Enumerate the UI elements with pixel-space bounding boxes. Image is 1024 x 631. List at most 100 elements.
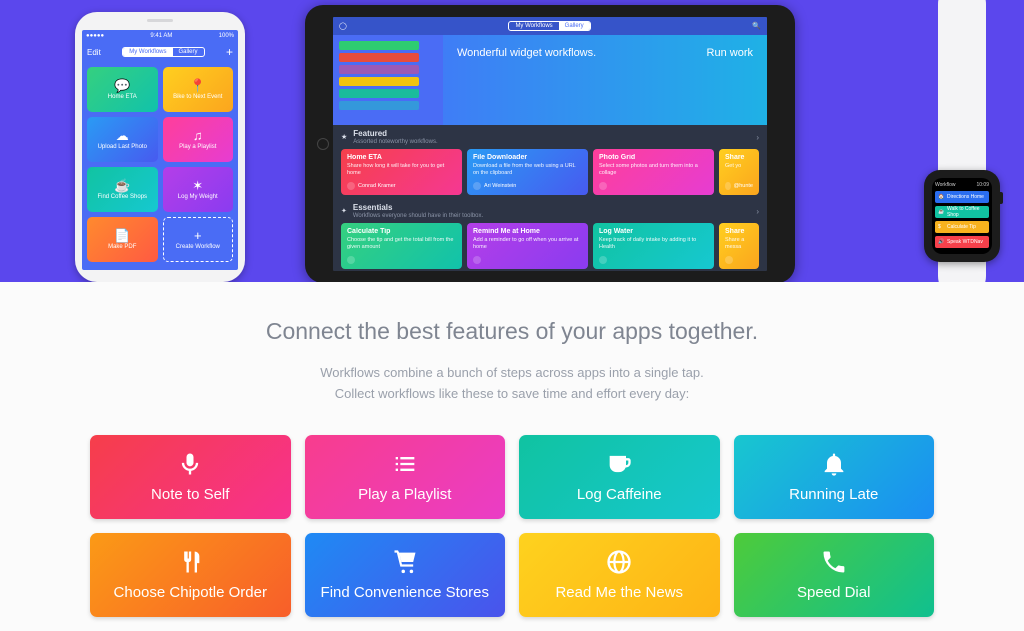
tile-label: Speed Dial — [797, 584, 870, 601]
preview-row — [339, 41, 419, 50]
gallery-card[interactable]: Share Get yo @hunte — [719, 149, 759, 195]
ipad-segmented-control[interactable]: My Workflows Gallery — [508, 21, 590, 31]
watch-row[interactable]: 🔊Speak WTDNav — [935, 236, 989, 248]
iphone-speaker — [147, 19, 173, 22]
tile-label: Home ETA — [108, 94, 137, 100]
create-label: Create Workflow — [176, 244, 220, 250]
section-title-wrap: Essentials Workflows everyone should hav… — [353, 203, 483, 219]
iphone-tile[interactable]: 📄 Make PDF — [87, 217, 158, 262]
tab-my-workflows[interactable]: My Workflows — [509, 22, 558, 30]
iphone-tile[interactable]: ☁Upload Last Photo — [87, 117, 158, 162]
iphone-tile[interactable]: 📍Bike to Next Event — [163, 67, 234, 112]
cart-icon — [391, 548, 419, 576]
banner-cta: Run work — [707, 47, 753, 59]
preview-row — [339, 77, 419, 86]
workflow-tile[interactable]: Running Late — [734, 435, 935, 519]
ipad-home-button — [317, 138, 329, 150]
gallery-card[interactable]: Calculate Tip Choose the tip and get the… — [341, 223, 462, 269]
iphone-screen: ●●●●● 9:41 AM 100% Edit My Workflows Gal… — [82, 30, 238, 270]
gallery-card[interactable]: Home ETA Share how long it will take for… — [341, 149, 462, 195]
workflow-tile[interactable]: Play a Playlist — [305, 435, 506, 519]
gallery-card[interactable]: File Downloader Download a file from the… — [467, 149, 588, 195]
card-row: Home ETA Share how long it will take for… — [333, 145, 767, 199]
gallery-card[interactable]: Remind Me at Home Add a reminder to go o… — [467, 223, 588, 269]
watch-row-label: Walk to Coffee Shop — [947, 206, 986, 218]
iphone-nav: Edit My Workflows Gallery + — [82, 42, 238, 62]
watch-row-label: Speak WTDNav — [947, 239, 983, 245]
tile-icon: ☁ — [116, 129, 129, 142]
card-title: Log Water — [599, 228, 708, 235]
card-desc: Share a messa — [725, 237, 753, 250]
workflow-tile[interactable]: Find Convenience Stores — [305, 533, 506, 617]
tile-icon: 📄 — [114, 229, 130, 242]
watch-time: 10:09 — [976, 182, 989, 188]
card-footer — [599, 182, 708, 190]
workflow-tile[interactable]: Log Caffeine — [519, 435, 720, 519]
workflow-tile[interactable]: Read Me the News — [519, 533, 720, 617]
avatar-icon — [725, 182, 731, 190]
watch-row-icon: $ — [938, 224, 944, 230]
search-icon[interactable]: 🔍 — [752, 22, 761, 30]
tile-label: Note to Self — [151, 486, 229, 503]
iphone-tile[interactable]: ✶Log My Weight — [163, 167, 234, 212]
iphone-tile[interactable]: ☕Find Coffee Shops — [87, 167, 158, 212]
tab-my-workflows[interactable]: My Workflows — [123, 48, 172, 56]
watch-device: Workflow 10:09 🏠Directions Home☕Walk to … — [924, 170, 1000, 262]
marketing-heading: Connect the best features of your apps t… — [0, 318, 1024, 345]
avatar-icon — [725, 256, 733, 264]
gallery-card[interactable]: Share Share a messa — [719, 223, 759, 269]
preview-row — [339, 53, 419, 62]
avatar-icon — [473, 182, 481, 190]
workflow-tile-grid: Note to Self Play a Playlist Log Caffein… — [0, 435, 1024, 631]
edit-button[interactable]: Edit — [87, 48, 101, 57]
watch-crown — [1000, 192, 1003, 204]
workflow-tile[interactable]: Note to Self — [90, 435, 291, 519]
ipad-banner[interactable]: Wonderful widget workflows. Run work — [443, 35, 767, 125]
gallery-card[interactable]: Log Water Keep track of daily intake by … — [593, 223, 714, 269]
watch-row-label: Calculate Tip — [947, 224, 976, 230]
tile-label: Bike to Next Event — [173, 94, 222, 100]
marketing-section: Connect the best features of your apps t… — [0, 282, 1024, 631]
watch-row[interactable]: ☕Walk to Coffee Shop — [935, 206, 989, 218]
card-desc: Keep track of daily intake by adding it … — [599, 237, 708, 250]
add-button[interactable]: + — [226, 45, 233, 59]
watch-row[interactable]: 🏠Directions Home — [935, 191, 989, 203]
create-workflow-tile[interactable]: +Create Workflow — [163, 217, 234, 262]
carrier-indicator: ●●●●● — [86, 33, 104, 39]
iphone-segmented-control[interactable]: My Workflows Gallery — [122, 47, 204, 57]
workflow-tile[interactable]: Choose Chipotle Order — [90, 533, 291, 617]
tile-label: Play a Playlist — [179, 144, 216, 150]
section-header[interactable]: ★ Featured Assorted noteworthy workflows… — [333, 125, 767, 145]
marketing-subtext: Workflows combine a bunch of steps acros… — [0, 363, 1024, 405]
iphone-tile[interactable]: 💬Home ETA — [87, 67, 158, 112]
watch-row-icon: 🏠 — [938, 194, 944, 200]
iphone-device: ●●●●● 9:41 AM 100% Edit My Workflows Gal… — [75, 12, 245, 282]
iphone-workflow-grid: 💬Home ETA📍Bike to Next Event☁Upload Last… — [82, 62, 238, 267]
card-footer — [599, 256, 708, 264]
tile-label: Make PDF — [108, 244, 136, 250]
gallery-card[interactable]: Photo Grid Select some photos and turn t… — [593, 149, 714, 195]
tile-label: Find Coffee Shops — [97, 194, 147, 200]
ipad-banner-row: Wonderful widget workflows. Run work — [333, 35, 767, 125]
card-footer — [725, 256, 753, 264]
card-title: Remind Me at Home — [473, 228, 582, 235]
mic-icon — [176, 450, 204, 478]
section-title-wrap: Featured Assorted noteworthy workflows. — [353, 129, 437, 145]
workflow-tile[interactable]: Speed Dial — [734, 533, 935, 617]
section-subtitle: Assorted noteworthy workflows. — [353, 139, 437, 145]
iphone-tile[interactable]: ♫Play a Playlist — [163, 117, 234, 162]
chevron-right-icon: › — [756, 133, 759, 142]
tab-gallery[interactable]: Gallery — [559, 22, 590, 30]
watch-row[interactable]: $Calculate Tip — [935, 221, 989, 233]
tab-gallery[interactable]: Gallery — [173, 48, 204, 56]
tile-label: Log Caffeine — [577, 486, 662, 503]
card-row: Calculate Tip Choose the tip and get the… — [333, 219, 767, 271]
marketing-sub1: Workflows combine a bunch of steps acros… — [320, 365, 703, 380]
avatar-icon — [599, 182, 607, 190]
watch-row-icon: 🔊 — [938, 239, 944, 245]
food-icon — [176, 548, 204, 576]
user-icon[interactable]: ◯ — [339, 22, 347, 30]
section-header[interactable]: ✦ Essentials Workflows everyone should h… — [333, 199, 767, 219]
ipad-device: ◯ My Workflows Gallery 🔍 Wonderful widge… — [305, 5, 795, 282]
card-desc: Add a reminder to go off when you arrive… — [473, 237, 582, 250]
